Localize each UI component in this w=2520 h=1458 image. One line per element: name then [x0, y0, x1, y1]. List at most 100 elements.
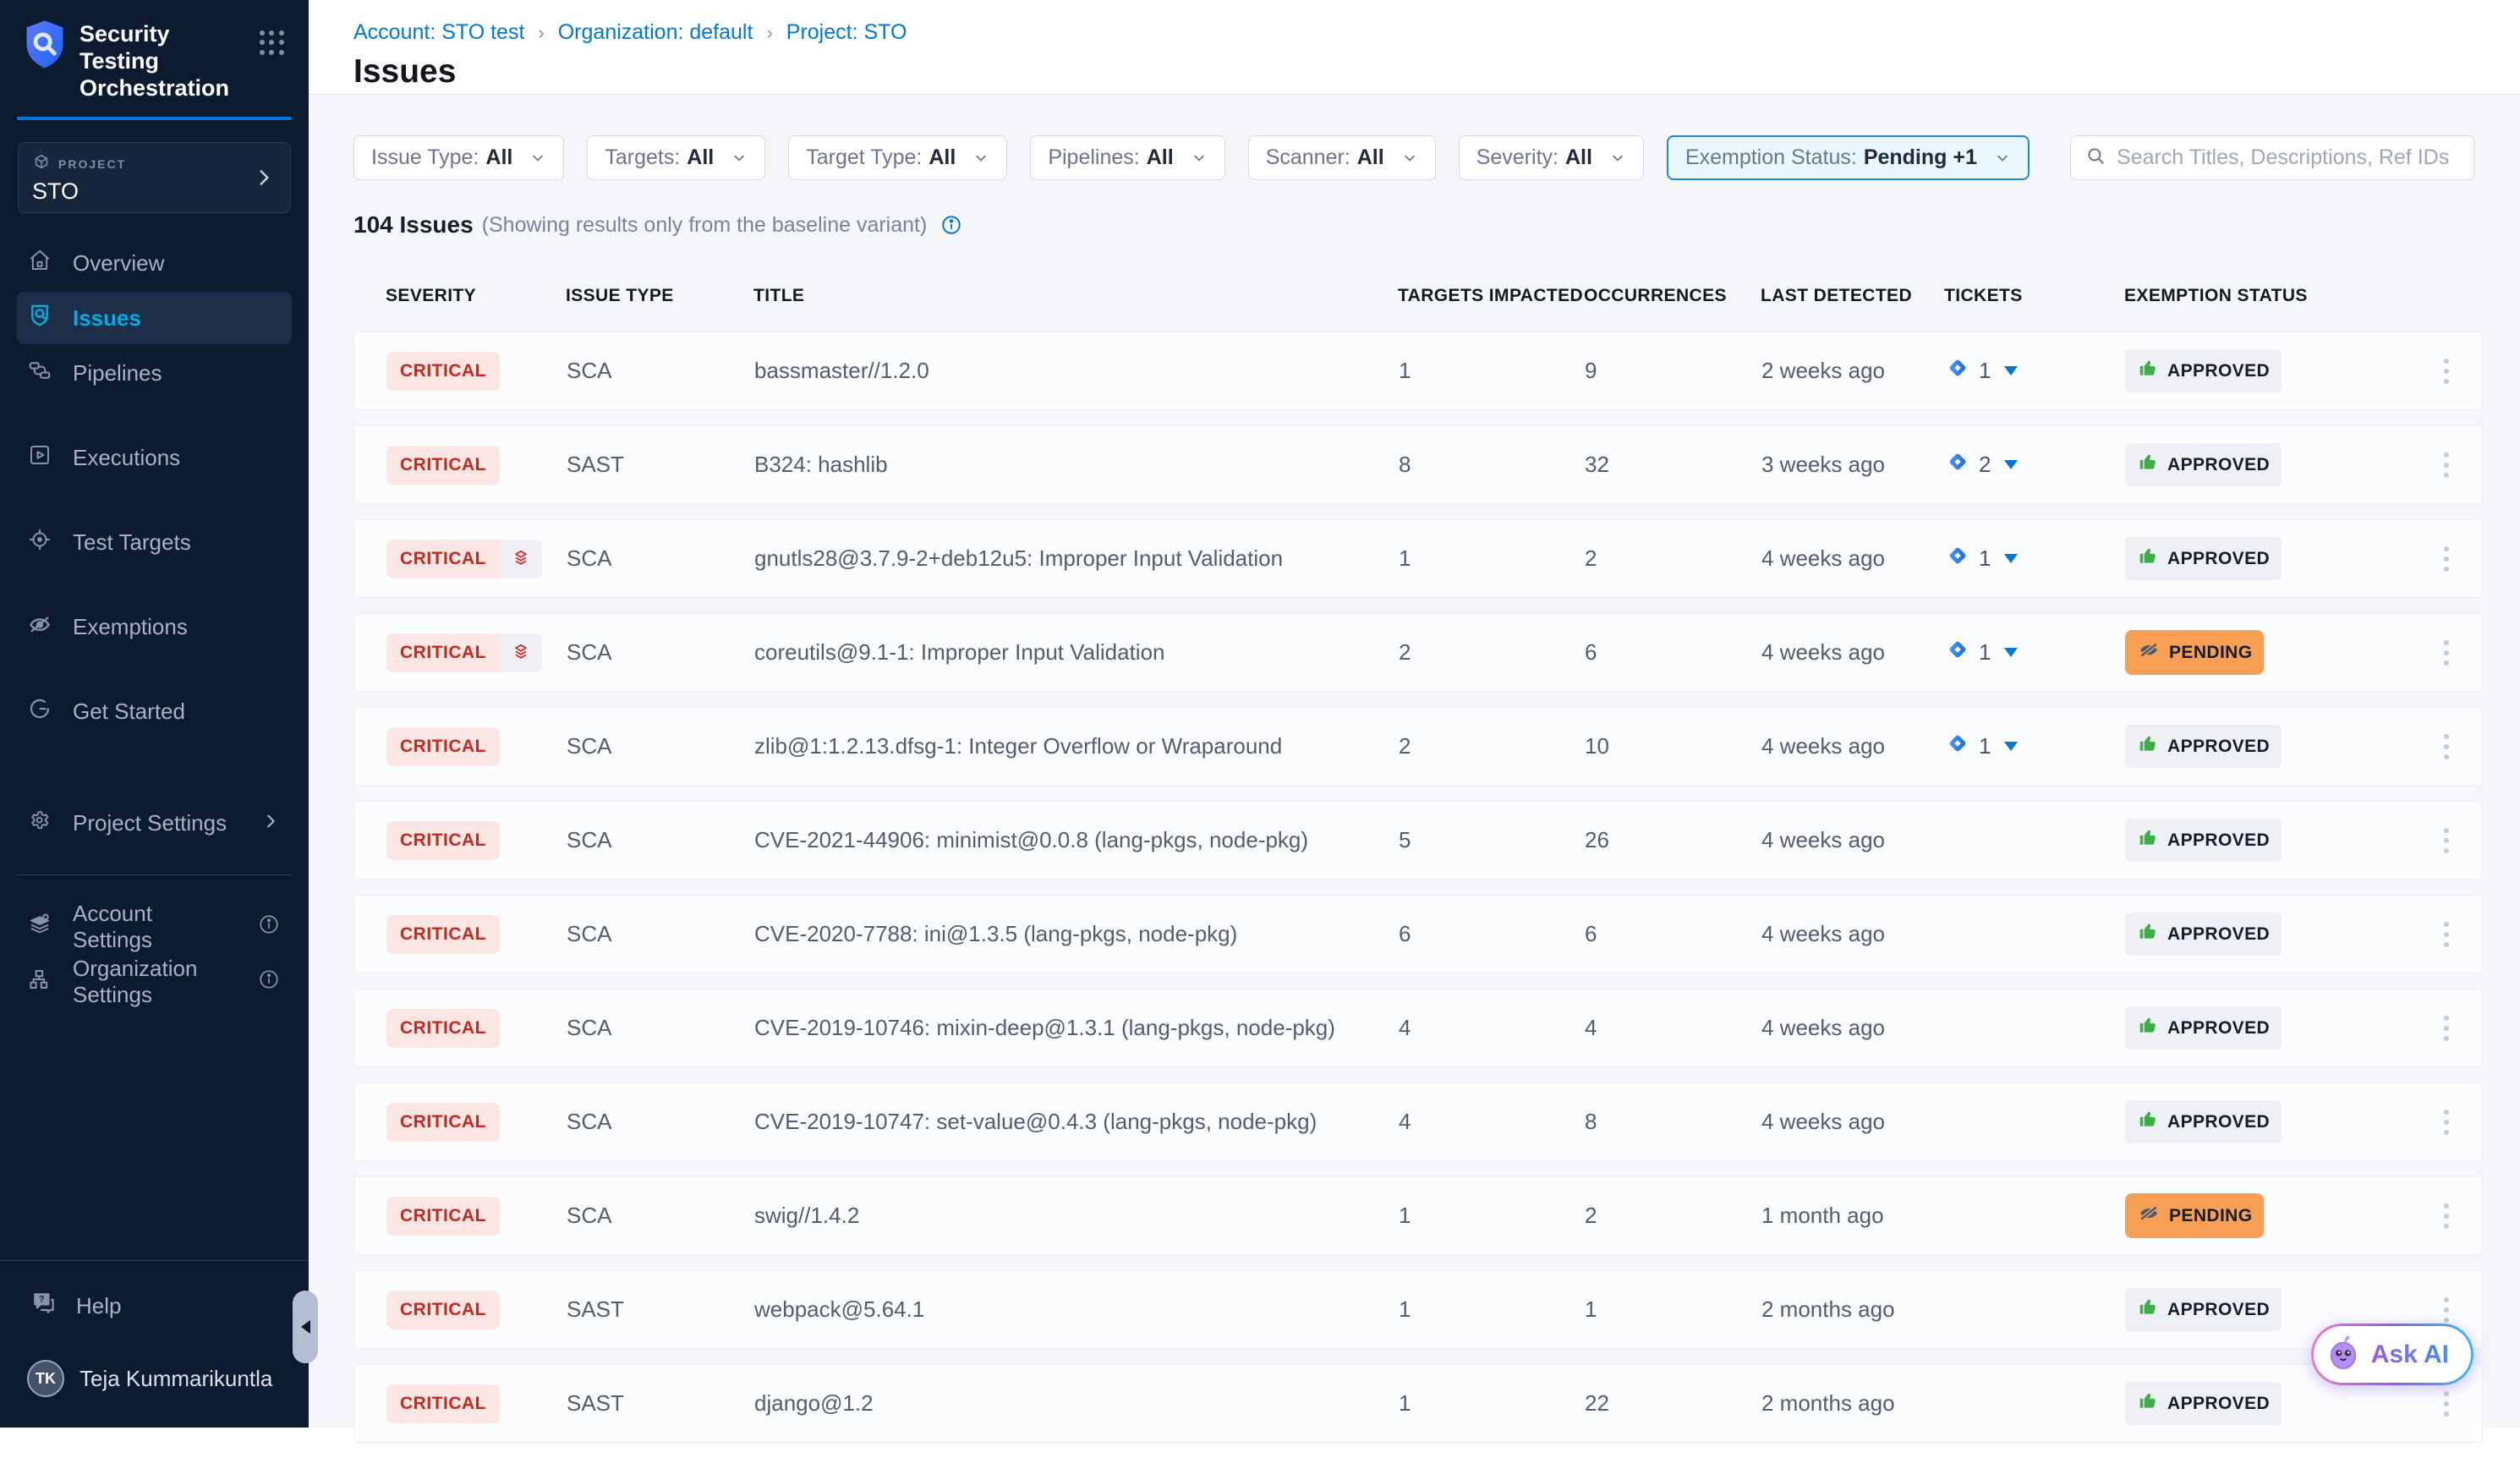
row-menu-button[interactable]	[2435, 632, 2457, 674]
last-detected-cell: 4 weeks ago	[1761, 921, 1945, 947]
row-menu-button[interactable]	[2435, 819, 2457, 862]
chevron-separator: ›	[766, 22, 772, 44]
sidebar-item-project-settings[interactable]: Project Settings	[17, 797, 292, 849]
issue-title[interactable]: coreutils@9.1-1: Improper Input Validati…	[754, 639, 1399, 666]
sidebar-item-test-targets[interactable]: Test Targets	[17, 516, 292, 568]
filter-pipelines[interactable]: Pipelines:All	[1030, 135, 1224, 180]
breadcrumb-organization[interactable]: Organization: default	[558, 20, 753, 45]
search-box	[2070, 135, 2474, 180]
issue-title[interactable]: webpack@5.64.1	[754, 1296, 1399, 1323]
exemption-badge: APPROVED	[2125, 819, 2282, 862]
issue-title[interactable]: django@1.2	[754, 1390, 1399, 1417]
targets-impacted-cell: 1	[1399, 1203, 1585, 1229]
row-actions-cell	[2427, 726, 2482, 768]
filter-severity[interactable]: Severity:All	[1459, 135, 1644, 180]
row-menu-button[interactable]	[2435, 1195, 2457, 1237]
row-menu-button[interactable]	[2435, 538, 2457, 580]
sidebar-item-organization-settings[interactable]: Organization Settings	[17, 956, 292, 1008]
row-menu-button[interactable]	[2435, 726, 2457, 768]
breadcrumb-account[interactable]: Account: STO test	[353, 20, 524, 45]
ticket-link[interactable]: 1	[1945, 543, 2018, 574]
info-icon[interactable]	[940, 214, 962, 236]
ticket-link[interactable]: 1	[1945, 731, 2018, 762]
breadcrumb: Account: STO test › Organization: defaul…	[353, 20, 2520, 45]
ticket-link[interactable]: 1	[1945, 355, 2018, 386]
filter-scanner[interactable]: Scanner:All	[1248, 135, 1436, 180]
sidebar-item-overview[interactable]: Overview	[17, 237, 292, 289]
sidebar-item-exemptions[interactable]: Exemptions	[17, 600, 292, 653]
project-selector[interactable]: PROJECT STO	[18, 142, 291, 213]
filter-exemption-status[interactable]: Exemption Status:Pending +1	[1667, 135, 2030, 180]
sto-shield-logo-icon	[20, 19, 69, 75]
help-chat-icon: ?	[30, 1290, 58, 1323]
app-title: Security Testing Orchestration	[79, 20, 240, 101]
jira-icon	[1945, 449, 1970, 480]
issues-summary: 104 Issues (Showing results only from th…	[353, 211, 962, 238]
exemption-cell: APPROVED	[2125, 1006, 2427, 1050]
issue-title[interactable]: CVE-2021-44906: minimist@0.0.8 (lang-pkg…	[754, 827, 1399, 853]
issue-type-cell: SCA	[567, 1015, 754, 1041]
user-profile[interactable]: TK Teja Kummarikuntla	[0, 1323, 309, 1428]
last-detected-cell: 3 weeks ago	[1761, 452, 1945, 478]
filter-target-type[interactable]: Target Type:All	[788, 135, 1007, 180]
sidebar-item-issues[interactable]: Issues	[17, 292, 292, 344]
issue-title[interactable]: zlib@1:1.2.13.dfsg-1: Integer Overflow o…	[754, 733, 1399, 759]
occurrences-cell: 1	[1585, 1296, 1761, 1323]
row-menu-button[interactable]	[2435, 913, 2457, 956]
page-header: Account: STO test › Organization: defaul…	[309, 0, 2520, 95]
issue-title[interactable]: bassmaster//1.2.0	[754, 358, 1399, 384]
row-menu-button[interactable]	[2435, 1007, 2457, 1050]
row-menu-button[interactable]	[2435, 350, 2457, 392]
chevron-down-icon	[1191, 150, 1208, 167]
targets-impacted-cell: 4	[1399, 1109, 1585, 1135]
exemption-cell: APPROVED	[2125, 1382, 2427, 1425]
row-menu-button[interactable]	[2435, 1383, 2457, 1425]
issue-title[interactable]: CVE-2020-7788: ini@1.3.5 (lang-pkgs, nod…	[754, 921, 1399, 947]
issue-title[interactable]: CVE-2019-10746: mixin-deep@1.3.1 (lang-p…	[754, 1015, 1399, 1041]
issue-title[interactable]: CVE-2019-10747: set-value@0.4.3 (lang-pk…	[754, 1109, 1399, 1135]
targets-impacted-cell: 2	[1399, 639, 1585, 666]
issue-type-cell: SCA	[567, 733, 754, 759]
sidebar-item-executions[interactable]: Executions	[17, 431, 292, 484]
row-menu-button[interactable]	[2435, 444, 2457, 486]
occurrences-cell: 26	[1585, 827, 1761, 853]
thumbs-up-icon	[2137, 1108, 2159, 1136]
sidebar-collapse-handle[interactable]	[293, 1291, 318, 1363]
severity-cell: CRITICAL	[386, 1197, 567, 1236]
sidebar-item-get-started[interactable]: Get Started	[17, 685, 292, 737]
search-icon	[2084, 145, 2106, 171]
issue-title[interactable]: gnutls28@3.7.9-2+deb12u5: Improper Input…	[754, 545, 1399, 572]
table-row: CRITICAL SCA CVE-2020-7788: ini@1.3.5 (l…	[353, 895, 2483, 973]
sidebar-item-pipelines[interactable]: Pipelines	[17, 347, 292, 399]
ticket-link[interactable]: 2	[1945, 449, 2018, 480]
filter-targets[interactable]: Targets:All	[587, 135, 765, 180]
exemption-cell: PENDING	[2125, 1193, 2427, 1238]
severity-cell: CRITICAL	[386, 1009, 567, 1048]
table-row: CRITICAL SAST webpack@5.64.1 1 1 2 month…	[353, 1270, 2483, 1349]
severity-badge: CRITICAL	[386, 1384, 500, 1423]
table-header: SEVERITY ISSUE TYPE TITLE TARGETS IMPACT…	[353, 286, 2483, 306]
app-switcher-icon[interactable]	[260, 30, 285, 56]
issue-title[interactable]: B324: hashlib	[754, 452, 1399, 478]
ask-ai-button[interactable]: Ask AI	[2311, 1324, 2473, 1385]
targets-impacted-cell: 6	[1399, 921, 1585, 947]
sidebar-item-label: Executions	[73, 445, 180, 471]
search-input[interactable]	[2117, 145, 2460, 170]
issue-title[interactable]: swig//1.4.2	[754, 1203, 1399, 1229]
row-menu-button[interactable]	[2435, 1101, 2457, 1143]
sidebar-item-label: Organization Settings	[73, 956, 238, 1008]
sidebar-item-account-settings[interactable]: Account Settings	[17, 901, 292, 953]
thumbs-up-icon	[2137, 1296, 2159, 1324]
row-actions-cell	[2427, 1383, 2482, 1425]
table-row: CRITICAL SCA bassmaster//1.2.0 1 9 2 wee…	[353, 332, 2483, 410]
last-detected-cell: 2 months ago	[1761, 1296, 1945, 1323]
exemption-cell: PENDING	[2125, 630, 2427, 675]
ticket-link[interactable]: 1	[1945, 637, 2018, 668]
severity-cell: CRITICAL	[386, 352, 567, 391]
exemption-cell: APPROVED	[2125, 819, 2427, 862]
breadcrumb-project[interactable]: Project: STO	[786, 20, 907, 45]
last-detected-cell: 2 weeks ago	[1761, 358, 1945, 384]
shield-search-icon	[27, 303, 52, 334]
filter-issue-type[interactable]: Issue Type:All	[353, 135, 564, 180]
help-button[interactable]: ? Help	[0, 1261, 309, 1323]
